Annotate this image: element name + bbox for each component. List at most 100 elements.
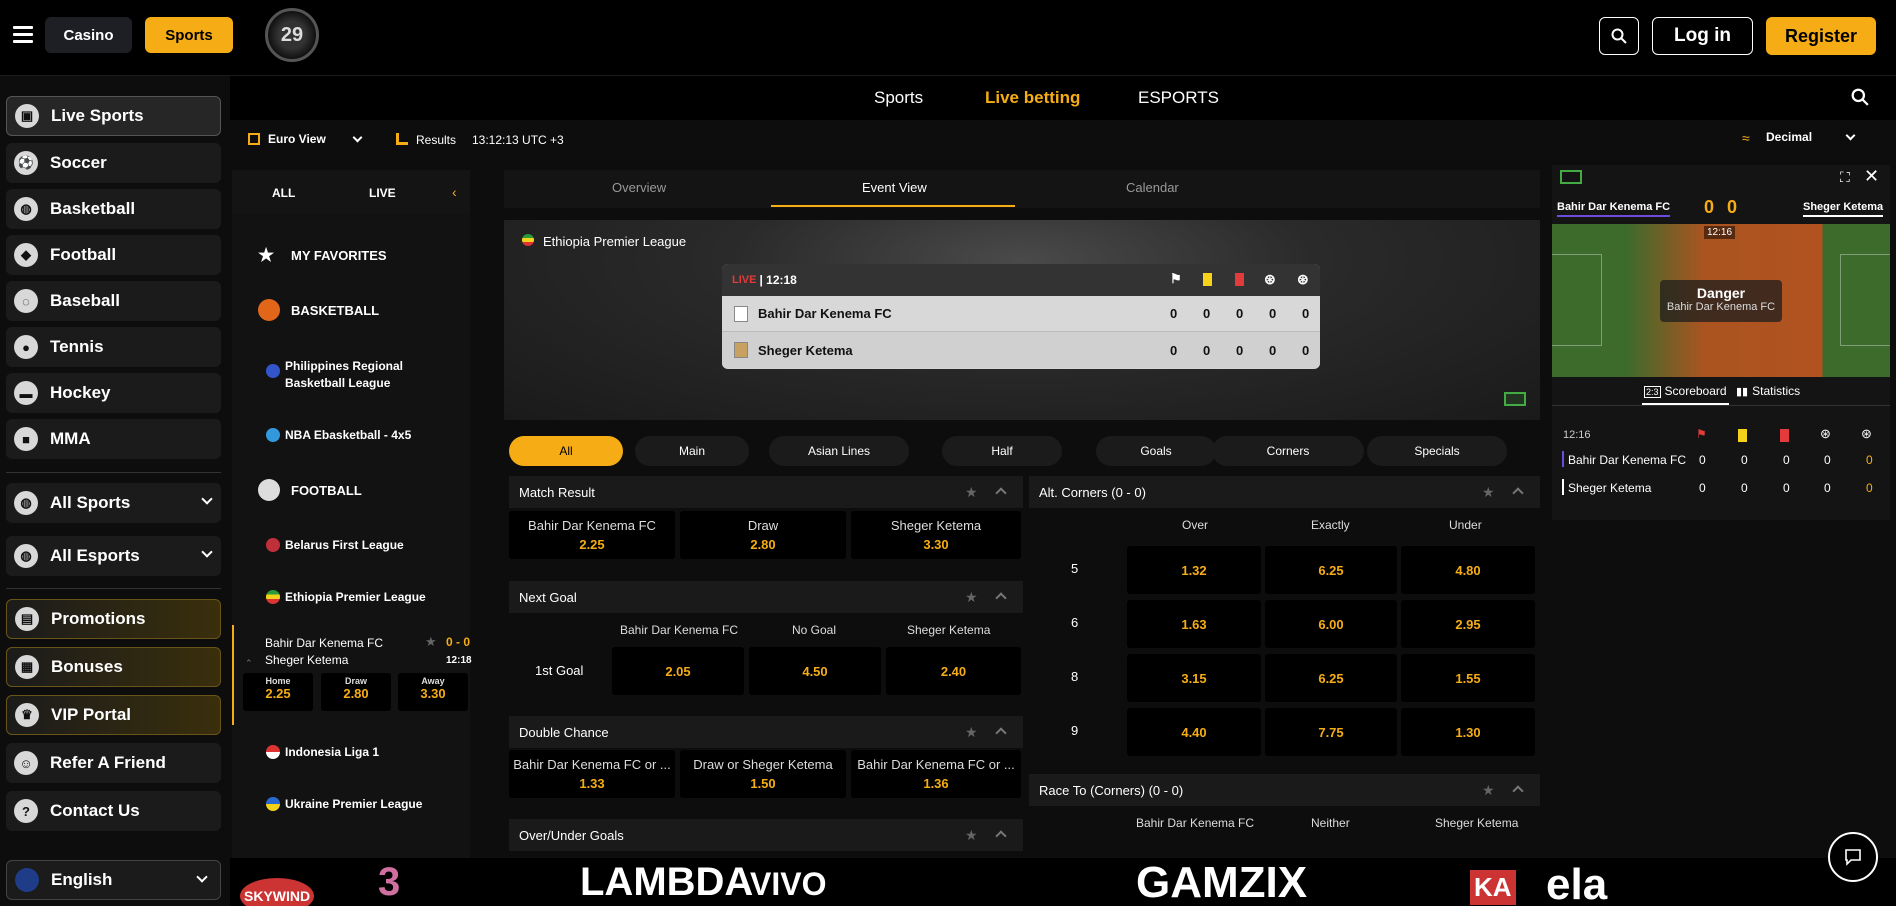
odd-button[interactable]: 6.25 xyxy=(1265,546,1397,594)
provider-logo[interactable]: KA xyxy=(1470,870,1516,905)
provider-logo[interactable]: ela xyxy=(1546,860,1607,906)
market-header-alt-corners[interactable]: Alt. Corners (0 - 0) ★ xyxy=(1029,476,1540,508)
sidebar-item-soccer[interactable]: ⚽ Soccer xyxy=(6,143,221,183)
chevron-up-icon[interactable] xyxy=(995,592,1007,604)
odd-button[interactable]: 1.30 xyxy=(1401,708,1535,756)
sidebar-item-promotions[interactable]: ▤ Promotions xyxy=(6,599,221,639)
filter-asian-lines[interactable]: Asian Lines xyxy=(769,436,909,466)
sidebar-item-tennis[interactable]: ● Tennis xyxy=(6,327,221,367)
sidebar-item-live-sports[interactable]: ▣ Live Sports xyxy=(6,96,221,136)
chevron-left-icon[interactable]: ‹ xyxy=(452,184,457,200)
hamburger-menu-icon[interactable] xyxy=(13,26,33,43)
market-header-race-corners[interactable]: Race To (Corners) (0 - 0) ★ xyxy=(1029,774,1540,806)
star-icon[interactable]: ★ xyxy=(1482,485,1496,499)
tab-statistics[interactable]: ▮▮ Statistics xyxy=(1736,384,1800,398)
provider-logo[interactable]: LAMBDA xyxy=(580,860,753,905)
odd-button[interactable]: 6.00 xyxy=(1265,600,1397,648)
star-icon[interactable]: ★ xyxy=(965,828,979,842)
expand-icon[interactable]: ⛶ xyxy=(1840,169,1850,186)
star-icon[interactable]: ★ xyxy=(965,485,979,499)
odd-button[interactable]: Sheger Ketema 3.30 xyxy=(851,511,1021,559)
tab-event-view[interactable]: Event View xyxy=(862,180,927,195)
language-selector[interactable]: English xyxy=(6,860,221,900)
odd-button[interactable]: Bahir Dar Kenema FC 2.25 xyxy=(509,511,675,559)
pitch-tracker-icon[interactable] xyxy=(1504,392,1526,406)
odd-button[interactable]: 4.80 xyxy=(1401,546,1535,594)
sports-tab[interactable]: Sports xyxy=(145,17,233,53)
chevron-up-icon[interactable] xyxy=(995,487,1007,499)
odd-button[interactable]: Bahir Dar Kenema FC or ... 1.36 xyxy=(851,750,1021,798)
chevron-up-icon[interactable] xyxy=(995,830,1007,842)
subnav-sports[interactable]: Sports xyxy=(874,88,923,108)
sidebar-item-football[interactable]: ◆ Football xyxy=(6,235,221,275)
filter-half[interactable]: Half xyxy=(942,436,1062,466)
chevron-up-icon[interactable] xyxy=(995,727,1007,739)
odd-button[interactable]: Draw 2.80 xyxy=(680,511,846,559)
star-icon[interactable]: ★ xyxy=(965,725,979,739)
odd-button[interactable]: Draw or Sheger Ketema 1.50 xyxy=(680,750,846,798)
provider-logo[interactable]: GAMZIX xyxy=(1136,858,1307,906)
star-icon[interactable]: ★ xyxy=(1482,783,1496,797)
tab-live[interactable]: LIVE xyxy=(369,186,396,200)
sidebar-item-hockey[interactable]: ▬ Hockey xyxy=(6,373,221,413)
market-header-double-chance[interactable]: Double Chance ★ xyxy=(509,716,1023,748)
odd-button[interactable]: Bahir Dar Kenema FC or ... 1.33 xyxy=(509,750,675,798)
tab-calendar[interactable]: Calendar xyxy=(1126,180,1179,195)
sidebar-item-baseball[interactable]: ◌ Baseball xyxy=(6,281,221,321)
odd-button[interactable]: 1.55 xyxy=(1401,654,1535,702)
tab-overview[interactable]: Overview xyxy=(612,180,666,195)
chat-button[interactable] xyxy=(1828,832,1878,882)
sidebar-item-all-sports[interactable]: ◍ All Sports xyxy=(6,483,221,523)
filter-goals[interactable]: Goals xyxy=(1096,436,1216,466)
view-selector[interactable]: Euro View xyxy=(268,132,326,146)
provider-logo[interactable]: VIVO xyxy=(750,866,826,903)
market-header-next-goal[interactable]: Next Goal ★ xyxy=(509,581,1023,613)
tab-scoreboard[interactable]: 2:3 Scoreboard xyxy=(1642,384,1729,405)
market-header-over-under[interactable]: Over/Under Goals ★ xyxy=(509,819,1023,851)
login-button[interactable]: Log in xyxy=(1652,17,1753,55)
subnav-live-betting[interactable]: Live betting xyxy=(985,88,1080,108)
odd-home[interactable]: Home 2.25 xyxy=(243,673,313,711)
sidebar-item-vip-portal[interactable]: ♛ VIP Portal xyxy=(6,695,221,735)
star-icon[interactable]: ★ xyxy=(425,634,437,650)
filter-specials[interactable]: Specials xyxy=(1367,436,1507,466)
odd-draw[interactable]: Draw 2.80 xyxy=(321,673,391,711)
register-button[interactable]: Register xyxy=(1766,17,1876,55)
filter-corners[interactable]: Corners xyxy=(1212,436,1364,466)
search-icon[interactable] xyxy=(1851,88,1869,106)
sidebar-item-bonuses[interactable]: ▦ Bonuses xyxy=(6,647,221,687)
market-header-match-result[interactable]: Match Result ★ xyxy=(509,476,1023,508)
filter-all[interactable]: All xyxy=(509,436,623,466)
casino-tab[interactable]: Casino xyxy=(45,17,132,53)
sidebar-item-all-esports[interactable]: ◍ All Esports xyxy=(6,536,221,576)
odd-button[interactable]: 2.40 xyxy=(886,647,1021,695)
odd-button[interactable]: 2.95 xyxy=(1401,600,1535,648)
odds-format-selector[interactable]: Decimal xyxy=(1766,130,1812,144)
odd-button[interactable]: 4.40 xyxy=(1127,708,1261,756)
sidebar-item-mma[interactable]: ■ MMA xyxy=(6,419,221,459)
tab-all[interactable]: ALL xyxy=(272,186,295,200)
odd-button[interactable]: 1.63 xyxy=(1127,600,1261,648)
star-icon[interactable]: ★ xyxy=(965,590,979,604)
chevron-up-icon[interactable] xyxy=(1512,785,1524,797)
sidebar-item-contact[interactable]: ? Contact Us xyxy=(6,791,221,831)
odd-button[interactable]: 3.15 xyxy=(1127,654,1261,702)
provider-logo[interactable]: SKYWIND xyxy=(240,878,315,906)
chevron-up-icon[interactable] xyxy=(1512,487,1524,499)
sidebar-item-basketball[interactable]: ◍ Basketball xyxy=(6,189,221,229)
site-logo[interactable]: 29 xyxy=(265,8,319,62)
search-button[interactable] xyxy=(1599,17,1639,55)
filter-main[interactable]: Main xyxy=(635,436,749,466)
odd-button[interactable]: 7.75 xyxy=(1265,708,1397,756)
results-link[interactable]: Results xyxy=(416,133,456,147)
odd-button[interactable]: 4.50 xyxy=(749,647,881,695)
odd-button[interactable]: 1.32 xyxy=(1127,546,1261,594)
provider-logo[interactable]: 3 xyxy=(378,860,400,905)
sidebar-item-refer[interactable]: ☺ Refer A Friend xyxy=(6,743,221,783)
match-card[interactable]: ⌃ Bahir Dar Kenema FC Sheger Ketema ★ 0 … xyxy=(232,625,472,725)
odd-button[interactable]: 6.25 xyxy=(1265,654,1397,702)
close-icon[interactable]: ✕ xyxy=(1864,166,1879,187)
subnav-esports[interactable]: ESPORTS xyxy=(1138,88,1219,108)
odd-away[interactable]: Away 3.30 xyxy=(398,673,468,711)
odd-button[interactable]: 2.05 xyxy=(612,647,744,695)
